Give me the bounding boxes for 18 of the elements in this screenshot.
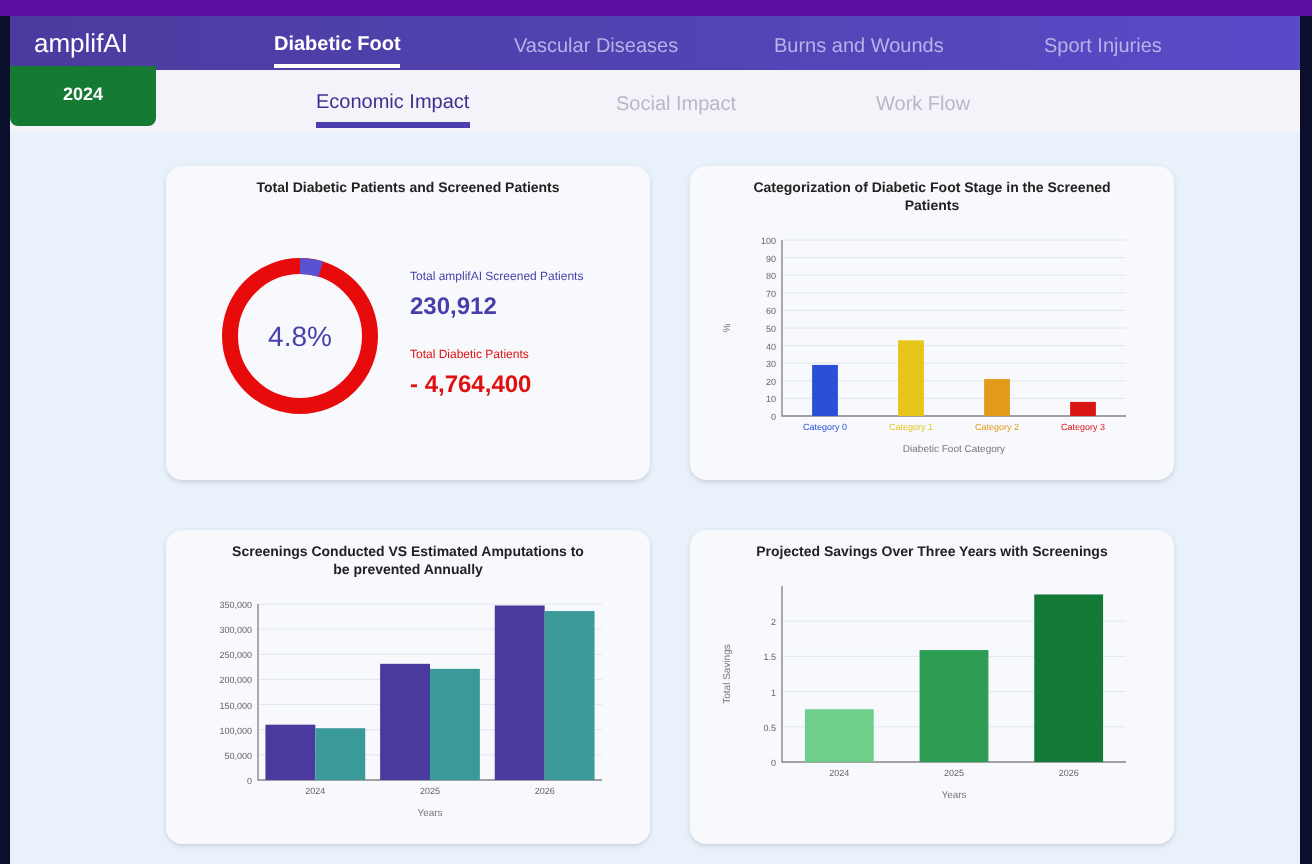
stat-value: 230,912: [410, 290, 499, 324]
stat-value: - 4,764,400: [410, 368, 534, 402]
bar: [919, 650, 989, 762]
nav-tab[interactable]: Sport Injuries: [1044, 31, 1162, 65]
donut-percent: 4.8%: [268, 317, 332, 355]
brand-logo: amplifAI: [34, 25, 130, 62]
bar: [812, 364, 838, 416]
bar: [984, 379, 1010, 416]
bar: [265, 724, 316, 780]
bar: [380, 663, 430, 780]
year-badge[interactable]: 2024: [10, 65, 156, 125]
bar: [430, 668, 480, 780]
bar: [1070, 401, 1096, 416]
bar: [315, 728, 366, 780]
bar: [898, 340, 924, 416]
nav-tab[interactable]: Burns and Wounds: [774, 31, 944, 65]
nav-tab[interactable]: Vascular Diseases: [514, 31, 679, 65]
bar: [804, 709, 874, 762]
